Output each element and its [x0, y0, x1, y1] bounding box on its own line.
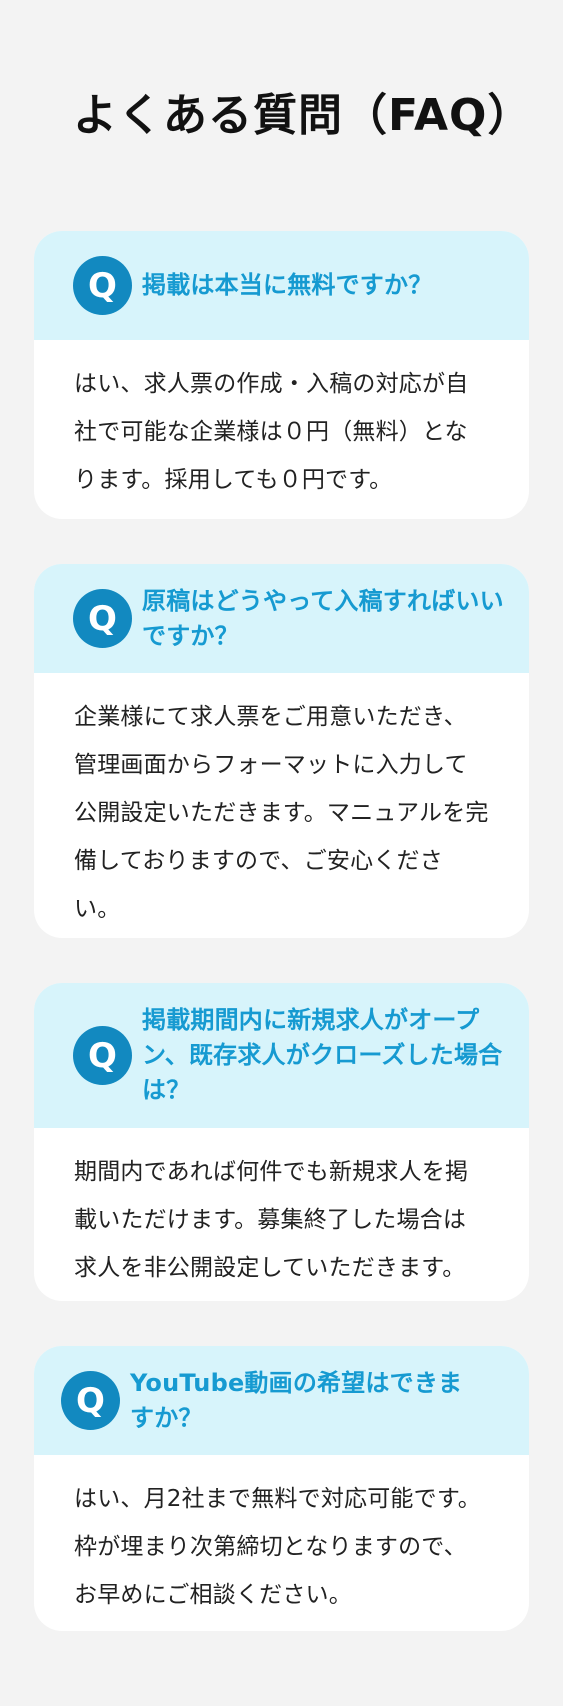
faq-item: Q YouTube動画の希望はできますか？ はい、月2社まで無料で対応可能です。… [34, 1346, 529, 1631]
faq-question: Q 原稿はどうやって入稿すればいいですか？ [34, 564, 529, 673]
q-badge: Q [73, 589, 132, 648]
faq-question: Q YouTube動画の希望はできますか？ [34, 1346, 529, 1455]
faq-answer: 企業様にて求人票をご用意いただき、管理画面からフォーマットに入力して公開設定いた… [74, 704, 489, 922]
faq-question: Q 掲載期間内に新規求人がオープン、既存求人がクローズした場合は？ [34, 983, 529, 1128]
q-badge: Q [73, 256, 132, 315]
question-text: 掲載は本当に無料ですか？ [142, 271, 433, 299]
page-title: よくある質問（FAQ） [73, 90, 533, 141]
question-text: YouTube動画の希望はできますか？ [130, 1368, 463, 1432]
faq-list: Q 掲載は本当に無料ですか？ はい、求人票の作成・入稿の対応が自社で可能な企業様… [34, 231, 529, 1631]
faq-item: Q 原稿はどうやって入稿すればいいですか？ 企業様にて求人票をご用意いただき、管… [34, 564, 529, 938]
faq-answer: はい、求人票の作成・入稿の対応が自社で可能な企業様は０円（無料）となります。採用… [74, 371, 469, 493]
q-badge: Q [61, 1371, 120, 1430]
question-text: 原稿はどうやって入稿すればいいですか？ [142, 586, 504, 650]
faq-answer: 期間内であれば何件でも新規求人を掲載いただけます。募集終了した場合は求人を非公開… [74, 1159, 469, 1281]
question-text: 掲載期間内に新規求人がオープン、既存求人がクローズした場合は？ [142, 1006, 503, 1104]
faq-item: Q 掲載期間内に新規求人がオープン、既存求人がクローズした場合は？ 期間内であれ… [34, 983, 529, 1301]
faq-question: Q 掲載は本当に無料ですか？ [34, 231, 529, 340]
q-badge: Q [73, 1026, 132, 1085]
faq-item: Q 掲載は本当に無料ですか？ はい、求人票の作成・入稿の対応が自社で可能な企業様… [34, 231, 529, 519]
faq-answer: はい、月2社まで無料で対応可能です。枠が埋まり次第締切となりますので、お早めにご… [74, 1486, 481, 1608]
